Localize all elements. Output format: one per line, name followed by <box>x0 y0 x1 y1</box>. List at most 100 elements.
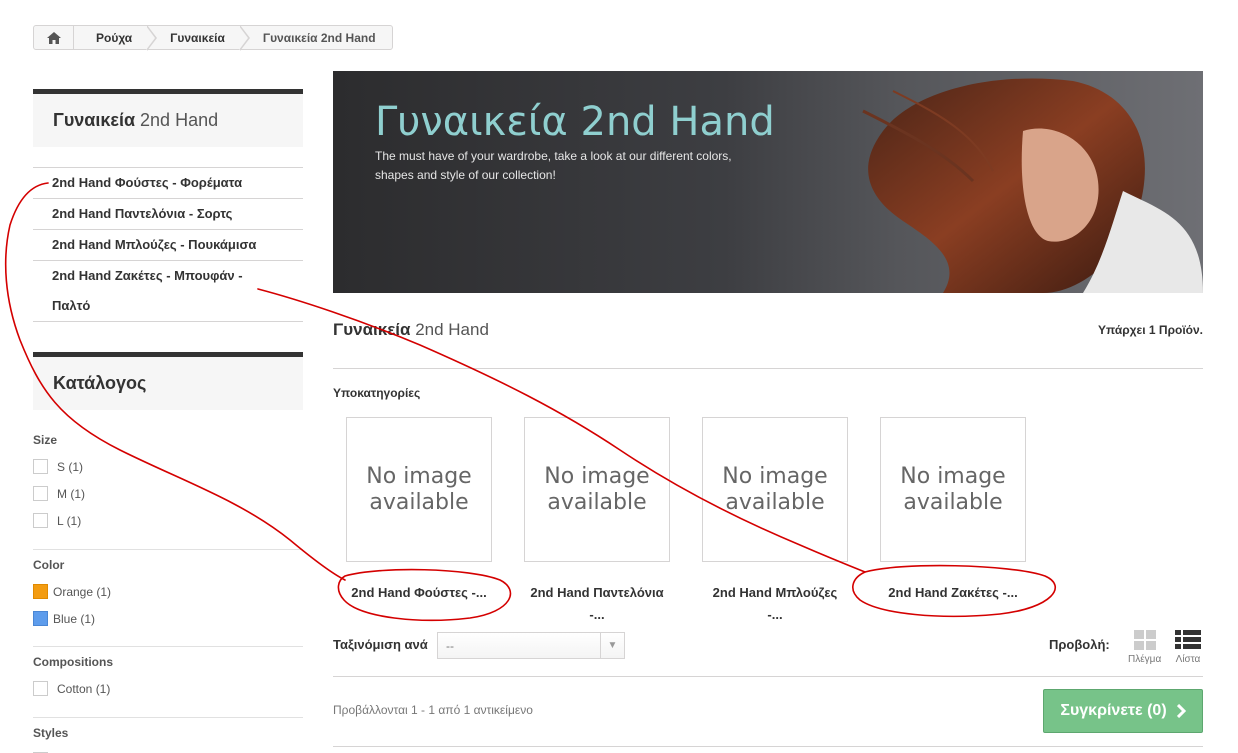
filter-option-l[interactable]: L (1) <box>33 507 303 534</box>
product-count: Υπάρχει 1 Προϊόν. <box>1097 323 1203 337</box>
no-image-placeholder: No image available <box>544 464 649 516</box>
view-list-button[interactable]: Λίστα <box>1175 630 1201 665</box>
filter-option-label: M (1) <box>57 486 85 501</box>
subcategory-tile-image[interactable]: No image available <box>702 417 848 562</box>
chevron-right-icon <box>1176 704 1186 718</box>
subcategory-list: 2nd Hand Φούστες - Φορέματα 2nd Hand Παν… <box>33 167 303 322</box>
category-title-bold: Γυναικεία <box>53 110 136 130</box>
no-image-text: available <box>725 489 825 515</box>
filter-option-label: Blue (1) <box>53 611 96 626</box>
subcategory-tile-image[interactable]: No image available <box>524 417 670 562</box>
filter-option-label: S (1) <box>57 459 84 474</box>
checkbox[interactable] <box>33 459 48 474</box>
filter-styles: Styles <box>33 726 303 753</box>
view-grid-button[interactable]: Πλέγμα <box>1128 630 1161 665</box>
subcategory-tile-name-line[interactable]: 2nd Hand Παντελόνια <box>530 585 663 600</box>
subcategory-tile-image[interactable]: No image available <box>880 417 1026 562</box>
color-swatch-blue[interactable] <box>33 611 48 626</box>
filter-color: Color Orange (1) Blue (1) <box>33 558 303 632</box>
subcategory-tile-image[interactable]: No image available <box>346 417 492 562</box>
sort-select[interactable]: -- ▼ <box>437 632 625 659</box>
catalog-title: Κατάλογος <box>53 373 147 393</box>
filter-option-label: Cotton (1) <box>57 681 111 696</box>
filter-option-label: L (1) <box>57 513 82 528</box>
breadcrumb-home[interactable] <box>34 26 74 49</box>
filter-option-label: Orange (1) <box>53 584 112 599</box>
subcategory-item-jackets[interactable]: 2nd Hand Ζακέτες - Μπουφάν - Παλτό <box>33 260 303 322</box>
filter-option-s[interactable]: S (1) <box>33 453 303 480</box>
filter-option-m[interactable]: M (1) <box>33 480 303 507</box>
category-heading-bold: Γυναικεία <box>333 320 411 339</box>
no-image-placeholder: No image available <box>722 464 827 516</box>
catalog-block-title: Κατάλογος <box>33 352 303 410</box>
filter-option-blue[interactable]: Blue (1) <box>33 605 303 632</box>
breadcrumb-item-current: Γυναικεία 2nd Hand <box>241 26 392 49</box>
filter-option-orange[interactable]: Orange (1) <box>33 578 303 605</box>
no-image-placeholder: No image available <box>366 464 471 516</box>
breadcrumb-item-clothes[interactable]: Ρούχα <box>74 26 148 49</box>
filter-styles-title: Styles <box>33 726 69 740</box>
subcategory-item-trousers[interactable]: 2nd Hand Παντελόνια - Σορτς <box>33 198 303 229</box>
category-banner: Γυναικεία 2nd Hand The must have of your… <box>333 71 1203 293</box>
view-grid-label: Πλέγμα <box>1128 654 1162 665</box>
category-heading-rest: 2nd Hand <box>410 320 489 339</box>
no-image-text: available <box>369 489 469 515</box>
grid-view-icon <box>1133 630 1156 650</box>
subcategory-item-jackets-line1[interactable]: 2nd Hand Ζακέτες - Μπουφάν - <box>52 268 243 283</box>
banner-title: Γυναικεία 2nd Hand <box>375 99 775 145</box>
checkbox[interactable] <box>33 513 48 528</box>
filter-size: Size S (1) M (1) L (1) <box>33 433 303 534</box>
no-image-text: No image <box>722 463 828 489</box>
subcategory-tile-name-line[interactable]: 2nd Hand Μπλούζες <box>713 585 838 600</box>
category-title-rest: 2nd Hand <box>135 110 219 130</box>
view-list-label: Λίστα <box>1175 654 1201 665</box>
subcategory-item-jackets-line2[interactable]: Παλτό <box>52 298 90 313</box>
subcategory-tile-name[interactable]: 2nd Hand Παντελόνια -... <box>508 582 686 626</box>
no-image-text: No image <box>900 463 1006 489</box>
banner-model-image <box>862 78 1203 293</box>
compare-button-label: Συγκρίνετε (0) <box>1060 702 1167 719</box>
sort-select-value: -- <box>446 638 454 653</box>
compare-button[interactable]: Συγκρίνετε (0) <box>1043 689 1203 733</box>
banner-description-line: shapes and style of our collection! <box>375 168 556 182</box>
subcategory-tile-name[interactable]: 2nd Hand Φούστες -... <box>330 582 508 604</box>
filter-option-cotton[interactable]: Cotton (1) <box>33 675 303 702</box>
category-block-title: Γυναικεία 2nd Hand <box>33 89 303 147</box>
results-count-text: Προβάλλονται 1 - 1 από 1 αντικείμενο <box>333 703 533 717</box>
subcategory-item-blouses[interactable]: 2nd Hand Μπλούζες - Πουκάμισα <box>33 229 303 260</box>
no-image-placeholder: No image available <box>900 464 1005 516</box>
subcategory-tile-name-line[interactable]: 2nd Hand Ζακέτες -... <box>888 585 1017 600</box>
divider <box>333 746 1203 747</box>
chevron-down-icon[interactable]: ▼ <box>600 633 624 658</box>
breadcrumb-label: Γυναικεία 2nd Hand <box>262 30 376 45</box>
view-label: Προβολή: <box>1049 637 1110 652</box>
checkbox[interactable] <box>33 486 48 501</box>
divider <box>333 676 1203 677</box>
subcategory-tile-name-line[interactable]: -... <box>589 607 604 622</box>
subcategory-item-skirts[interactable]: 2nd Hand Φούστες - Φορέματα <box>33 167 303 198</box>
divider <box>33 717 303 718</box>
subcategory-tile-name-line[interactable]: -... <box>767 607 782 622</box>
no-image-text: No image <box>544 463 650 489</box>
no-image-text: available <box>903 489 1003 515</box>
divider <box>33 646 303 647</box>
list-view-icon <box>1175 630 1201 649</box>
subcategory-tile-name[interactable]: 2nd Hand Ζακέτες -... <box>864 582 1042 604</box>
filter-compositions-title: Compositions <box>33 655 113 669</box>
breadcrumb-label: Γυναικεία <box>170 30 225 45</box>
subcategories-heading: Υποκατηγορίες <box>333 386 421 400</box>
subcategory-tile-name-line[interactable]: 2nd Hand Φούστες -... <box>351 585 486 600</box>
subcategory-tile-name[interactable]: 2nd Hand Μπλούζες -... <box>686 582 864 626</box>
no-image-text: available <box>547 489 647 515</box>
banner-description: The must have of your wardrobe, take a l… <box>375 147 795 185</box>
filter-compositions: Compositions Cotton (1) <box>33 655 303 702</box>
checkbox[interactable] <box>33 681 48 696</box>
breadcrumb-label: Ρούχα <box>96 30 133 45</box>
divider <box>333 368 1203 369</box>
divider <box>33 549 303 550</box>
color-swatch-orange[interactable] <box>33 584 48 599</box>
breadcrumb: Ρούχα Γυναικεία Γυναικεία 2nd Hand <box>33 25 393 51</box>
filter-option-styles[interactable] <box>33 746 303 753</box>
sort-label: Ταξινόμιση ανά <box>333 637 428 652</box>
breadcrumb-item-women[interactable]: Γυναικεία <box>148 26 241 49</box>
